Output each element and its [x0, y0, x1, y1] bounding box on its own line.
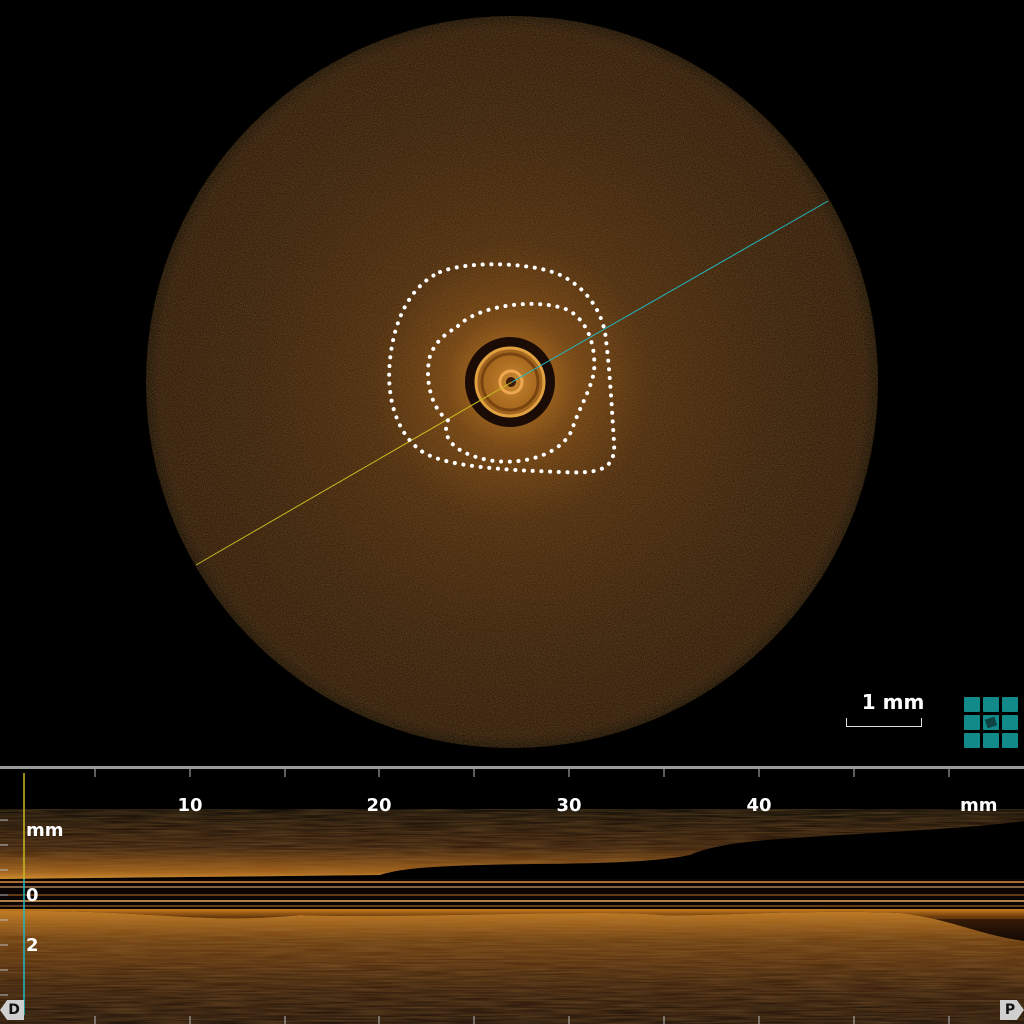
scale-bar-label: 1 mm — [861, 690, 925, 714]
depth-tick-label: 0 — [26, 885, 39, 906]
axis-unit-label: mm — [960, 795, 998, 816]
axis-tick-label: 30 — [556, 795, 582, 816]
cross-section-view[interactable]: 1 mm — [0, 0, 1024, 766]
longitudinal-view[interactable]: 10 20 30 40 mm mm 0 2 D P — [0, 769, 1024, 1024]
scale-bar — [846, 718, 922, 727]
axis-tick-label: 40 — [746, 795, 772, 816]
depth-unit-label: mm — [26, 820, 64, 841]
axis-tick-label: 20 — [366, 795, 392, 816]
axis-tick-label: 10 — [177, 795, 203, 816]
depth-tick-label: 2 — [26, 935, 39, 956]
grid-view-icon[interactable] — [964, 697, 1018, 749]
